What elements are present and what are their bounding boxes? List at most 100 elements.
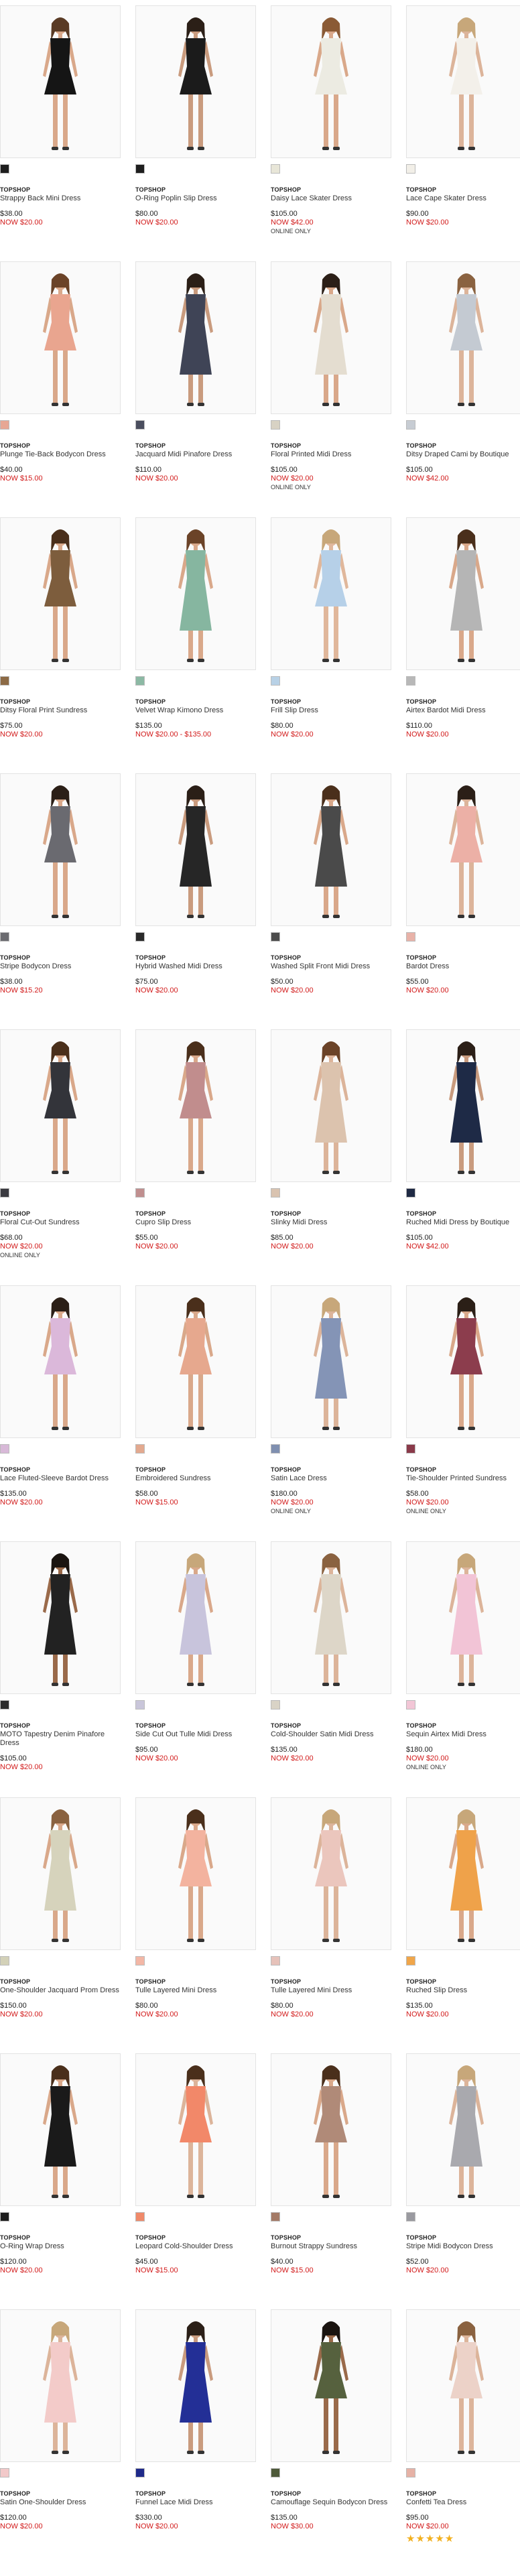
color-swatch[interactable]	[135, 932, 145, 942]
product-image[interactable]	[406, 1541, 520, 1694]
product-card[interactable]: TOPSHOP O-Ring Wrap Dress $120.00 NOW $2…	[0, 2053, 121, 2309]
color-swatch[interactable]	[135, 1188, 145, 1198]
product-name[interactable]: Strappy Back Mini Dress	[0, 194, 121, 203]
product-name[interactable]: Stripe Midi Bodycon Dress	[406, 2242, 520, 2251]
product-card[interactable]: TOPSHOP Sequin Airtex Midi Dress $180.00…	[406, 1541, 520, 1797]
product-image[interactable]	[0, 1029, 121, 1182]
color-swatch[interactable]	[406, 1700, 415, 1710]
color-swatch[interactable]	[135, 164, 145, 174]
product-card[interactable]: TOPSHOP Plunge Tie-Back Bodycon Dress $4…	[0, 261, 121, 517]
product-image[interactable]	[406, 773, 520, 926]
product-image[interactable]	[135, 773, 256, 926]
color-swatch[interactable]	[0, 1444, 9, 1454]
color-swatch[interactable]	[406, 2212, 415, 2221]
product-name[interactable]: Embroidered Sundress	[135, 1474, 256, 1483]
product-card[interactable]: TOPSHOP Bardot Dress $55.00 NOW $20.00	[406, 773, 520, 1029]
product-image[interactable]	[0, 1797, 121, 1950]
product-name[interactable]: Hybrid Washed Midi Dress	[135, 962, 256, 971]
product-card[interactable]: TOPSHOP Ditsy Floral Print Sundress $75.…	[0, 517, 121, 773]
product-card[interactable]: TOPSHOP Airtex Bardot Midi Dress $110.00…	[406, 517, 520, 773]
color-swatch[interactable]	[0, 1700, 9, 1710]
product-card[interactable]: TOPSHOP Tulle Layered Mini Dress $80.00 …	[135, 1797, 256, 2053]
product-name[interactable]: Tulle Layered Mini Dress	[135, 1986, 256, 1995]
product-card[interactable]: TOPSHOP Embroidered Sundress $58.00 NOW …	[135, 1285, 256, 1541]
color-swatch[interactable]	[271, 1444, 280, 1454]
product-image[interactable]	[406, 2053, 520, 2206]
product-image[interactable]	[135, 5, 256, 158]
product-card[interactable]: TOPSHOP Lace Cape Skater Dress $90.00 NO…	[406, 5, 520, 261]
product-name[interactable]: Cold-Shoulder Satin Midi Dress	[271, 1730, 391, 1739]
product-card[interactable]: TOPSHOP Tulle Layered Mini Dress $80.00 …	[271, 1797, 391, 2053]
product-image[interactable]	[0, 517, 121, 670]
product-image[interactable]	[135, 1285, 256, 1438]
product-image[interactable]	[271, 517, 391, 670]
product-card[interactable]: TOPSHOP Funnel Lace Midi Dress $330.00 N…	[135, 2309, 256, 2565]
product-card[interactable]: TOPSHOP Floral Printed Midi Dress $105.0…	[271, 261, 391, 517]
product-name[interactable]: Jacquard Midi Pinafore Dress	[135, 450, 256, 459]
product-image[interactable]	[135, 1029, 256, 1182]
product-image[interactable]	[271, 1285, 391, 1438]
color-swatch[interactable]	[135, 2468, 145, 2477]
product-card[interactable]: TOPSHOP Washed Split Front Midi Dress $5…	[271, 773, 391, 1029]
color-swatch[interactable]	[406, 1444, 415, 1454]
product-image[interactable]	[406, 2309, 520, 2462]
product-image[interactable]	[271, 2053, 391, 2206]
color-swatch[interactable]	[0, 2212, 9, 2221]
product-name[interactable]: Ruched Slip Dress	[406, 1986, 520, 1995]
product-image[interactable]	[271, 2309, 391, 2462]
product-image[interactable]	[135, 517, 256, 670]
product-card[interactable]: TOPSHOP Daisy Lace Skater Dress $105.00 …	[271, 5, 391, 261]
product-card[interactable]: TOPSHOP One-Shoulder Jacquard Prom Dress…	[0, 1797, 121, 2053]
color-swatch[interactable]	[135, 1956, 145, 1966]
product-card[interactable]: TOPSHOP Stripe Midi Bodycon Dress $52.00…	[406, 2053, 520, 2309]
product-image[interactable]	[406, 5, 520, 158]
product-name[interactable]: Floral Printed Midi Dress	[271, 450, 391, 459]
product-card[interactable]: TOPSHOP Camouflage Sequin Bodycon Dress …	[271, 2309, 391, 2565]
product-card[interactable]: TOPSHOP O-Ring Poplin Slip Dress $80.00 …	[135, 5, 256, 261]
product-name[interactable]: Airtex Bardot Midi Dress	[406, 706, 520, 715]
color-swatch[interactable]	[406, 1956, 415, 1966]
product-image[interactable]	[0, 773, 121, 926]
product-image[interactable]	[0, 1541, 121, 1694]
product-image[interactable]	[406, 517, 520, 670]
product-image[interactable]	[0, 261, 121, 414]
color-swatch[interactable]	[135, 420, 145, 430]
product-card[interactable]: TOPSHOP Strappy Back Mini Dress $38.00 N…	[0, 5, 121, 261]
product-image[interactable]	[0, 2053, 121, 2206]
product-image[interactable]	[271, 1797, 391, 1950]
product-name[interactable]: Cupro Slip Dress	[135, 1218, 256, 1227]
color-swatch[interactable]	[406, 164, 415, 174]
color-swatch[interactable]	[135, 1444, 145, 1454]
product-name[interactable]: Bardot Dress	[406, 962, 520, 971]
product-name[interactable]: O-Ring Wrap Dress	[0, 2242, 121, 2251]
product-name[interactable]: Floral Cut-Out Sundress	[0, 1218, 121, 1227]
color-swatch[interactable]	[271, 2212, 280, 2221]
product-card[interactable]: TOPSHOP Burnout Strappy Sundress $40.00 …	[271, 2053, 391, 2309]
product-image[interactable]	[406, 1797, 520, 1950]
product-name[interactable]: Slinky Midi Dress	[271, 1218, 391, 1227]
product-name[interactable]: Stripe Bodycon Dress	[0, 962, 121, 971]
product-card[interactable]: TOPSHOP Lace Fluted-Sleeve Bardot Dress …	[0, 1285, 121, 1541]
color-swatch[interactable]	[0, 1188, 9, 1198]
product-name[interactable]: Satin One-Shoulder Dress	[0, 2498, 121, 2507]
product-image[interactable]	[135, 261, 256, 414]
color-swatch[interactable]	[406, 420, 415, 430]
product-name[interactable]: Lace Fluted-Sleeve Bardot Dress	[0, 1474, 121, 1483]
product-image[interactable]	[406, 1285, 520, 1438]
product-name[interactable]: Daisy Lace Skater Dress	[271, 194, 391, 203]
product-name[interactable]: Sequin Airtex Midi Dress	[406, 1730, 520, 1739]
color-swatch[interactable]	[271, 420, 280, 430]
product-name[interactable]: Ruched Midi Dress by Boutique	[406, 1218, 520, 1227]
color-swatch[interactable]	[135, 676, 145, 686]
product-name[interactable]: Camouflage Sequin Bodycon Dress	[271, 2498, 391, 2507]
product-card[interactable]: TOPSHOP Side Cut Out Tulle Midi Dress $9…	[135, 1541, 256, 1797]
color-swatch[interactable]	[406, 1188, 415, 1198]
color-swatch[interactable]	[135, 2212, 145, 2221]
product-image[interactable]	[135, 1541, 256, 1694]
product-name[interactable]: Washed Split Front Midi Dress	[271, 962, 391, 971]
product-card[interactable]: TOPSHOP Frill Slip Dress $80.00 NOW $20.…	[271, 517, 391, 773]
product-card[interactable]: TOPSHOP Jacquard Midi Pinafore Dress $11…	[135, 261, 256, 517]
product-image[interactable]	[271, 773, 391, 926]
color-swatch[interactable]	[271, 676, 280, 686]
color-swatch[interactable]	[135, 1700, 145, 1710]
